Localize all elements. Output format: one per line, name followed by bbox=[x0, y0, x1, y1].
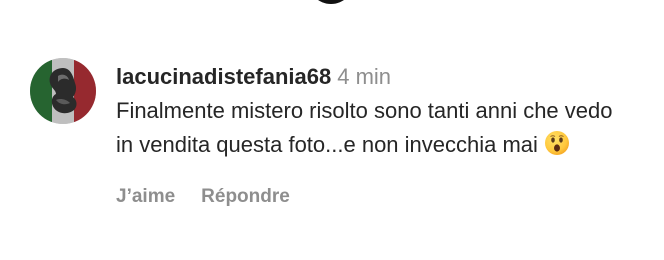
comment-timestamp: 4 min bbox=[337, 64, 392, 89]
user-avatar-icon bbox=[30, 58, 96, 124]
comment-text-block: Finalmente mistero risolto sono tanti an… bbox=[116, 94, 616, 166]
reply-button[interactable]: Répondre bbox=[201, 186, 290, 207]
username-link[interactable]: lacucinadistefania68 bbox=[116, 64, 331, 89]
comment-body: lacucinadistefania68 4 min Finalmente mis… bbox=[116, 62, 636, 208]
astonished-face-icon bbox=[544, 130, 570, 166]
comment-actions: J’aime Répondre bbox=[116, 186, 636, 208]
comment-header: lacucinadistefania68 4 min bbox=[116, 62, 636, 92]
comment-text: Finalmente mistero risolto sono tanti an… bbox=[116, 98, 613, 157]
like-button[interactable]: J’aime bbox=[116, 186, 175, 207]
avatar[interactable] bbox=[30, 58, 96, 124]
loading-spinner-icon bbox=[308, 0, 354, 4]
